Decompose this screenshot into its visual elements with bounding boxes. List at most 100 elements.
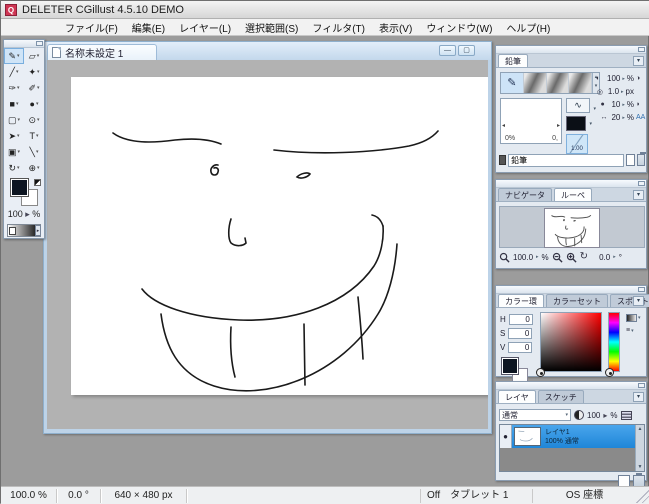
palette-menu-button[interactable]: ▾ [633, 296, 644, 306]
brush-preset[interactable] [547, 73, 570, 93]
layer-row[interactable]: ● レイヤ1 100% 通常 [500, 425, 637, 448]
foreground-color-swatch[interactable] [502, 358, 518, 374]
layer-scrollbar[interactable]: ▲ ▼ [635, 425, 644, 471]
left-arrow-icon[interactable]: ◂ [502, 122, 505, 129]
menu-window[interactable]: ウィンドウ(W) [420, 19, 498, 36]
doc-maximize-button[interactable]: ▢ [458, 45, 475, 56]
right-arrow-icon[interactable]: ▸ [557, 122, 560, 129]
chevron-down-icon[interactable]: ▾ [17, 165, 20, 171]
menu-layer[interactable]: レイヤー(L) [173, 19, 237, 36]
tool-magnifier[interactable]: ⊙▾ [24, 112, 44, 128]
status-coordinate-mode[interactable]: OS 座標 [532, 489, 636, 503]
hue-marker[interactable] [605, 368, 614, 377]
document-titlebar[interactable]: 名称未設定 1 — ▢ [44, 42, 491, 60]
tone-gradient-slider[interactable]: ▸ [7, 224, 41, 237]
mode-icon[interactable]: ◑ [636, 75, 646, 82]
chevron-down-icon[interactable]: ▾ [17, 53, 20, 59]
zoom-icon[interactable] [499, 252, 510, 263]
chevron-down-icon[interactable]: ▾ [18, 149, 21, 155]
tab-sketch[interactable]: スケッチ [538, 390, 584, 403]
blend-mode-select[interactable]: 通常 ▾ [499, 409, 571, 421]
list-mode-button[interactable]: ≡▾ [626, 327, 646, 334]
chevron-down-icon[interactable]: ▾ [37, 165, 40, 171]
chevron-down-icon[interactable]: ▾ [18, 117, 21, 123]
menu-select[interactable]: 選択範囲(S) [239, 19, 304, 36]
hue-slider[interactable] [608, 312, 620, 372]
zoom-in-icon[interactable] [566, 252, 577, 263]
trash-icon[interactable] [637, 154, 645, 166]
spinner-icon[interactable]: ▸ [25, 209, 30, 219]
status-angle[interactable]: 0.0 ° [57, 489, 101, 503]
brush-palette-header[interactable] [496, 46, 646, 54]
brush-name-input[interactable] [508, 154, 624, 167]
stroke-curve-button[interactable]: ∿▾ [566, 98, 590, 113]
spinner-icon[interactable]: ▸ [603, 411, 607, 420]
tab-pencil[interactable]: 鉛筆 [498, 54, 528, 67]
tool-text[interactable]: T▾ [24, 128, 44, 144]
document-tab[interactable]: 名称未設定 1 [47, 44, 157, 60]
layers-palette-header[interactable] [496, 382, 646, 390]
menu-filter[interactable]: フィルタ(T) [306, 19, 371, 36]
tool-ink-brush[interactable]: ✑▾ [4, 80, 24, 96]
value[interactable]: 10 [611, 100, 620, 109]
nav-zoom-value[interactable]: 100.0 [513, 253, 533, 262]
reset-colors-icon[interactable] [34, 179, 41, 186]
brush-preset[interactable] [524, 73, 547, 93]
lock-icon[interactable] [621, 411, 632, 420]
window-titlebar[interactable]: Q DELETER CGillust 4.5.10 DEMO [1, 1, 649, 19]
brush-density-row[interactable]: ● 10 ▸ % ◗ [596, 98, 646, 111]
resize-grip[interactable] [636, 489, 649, 503]
tab-color-wheel[interactable]: カラー環 [498, 294, 544, 307]
tab-color-set[interactable]: カラーセット [546, 294, 608, 307]
tool-eraser[interactable]: ▱▾ [24, 48, 44, 64]
rotate-view-icon[interactable]: ↻ [580, 252, 588, 262]
tool-pen[interactable]: ╱▾ [4, 64, 24, 80]
tool-rotate[interactable]: ↻▾ [4, 160, 24, 176]
brush-preset-pencil[interactable]: ✎ [501, 73, 524, 93]
navigator-palette-header[interactable] [496, 180, 646, 188]
scroll-down-icon[interactable]: ▼ [636, 464, 644, 470]
spinner-icon[interactable]: ▸ [621, 89, 624, 95]
chevron-down-icon[interactable]: ▾ [37, 53, 40, 59]
collapse-button[interactable] [36, 41, 43, 46]
collapse-button[interactable] [638, 383, 645, 388]
spinner-icon[interactable]: ▸ [613, 254, 616, 260]
navigator-view[interactable] [499, 206, 645, 248]
nav-rotation-value[interactable]: 0.0 [599, 253, 610, 262]
saturation-value-picker[interactable] [540, 312, 602, 372]
menu-edit[interactable]: 編集(E) [126, 19, 171, 36]
gradient-mode-button[interactable]: ▾ [626, 314, 646, 322]
value[interactable]: 100 [607, 74, 620, 83]
spinner-icon[interactable]: ▸ [622, 76, 625, 82]
new-brush-icon[interactable] [626, 154, 634, 166]
chevron-down-icon[interactable]: ▾ [16, 69, 19, 75]
tool-pencil[interactable]: ✎▾ [4, 48, 24, 64]
collapse-button[interactable] [638, 47, 645, 52]
brush-spacing-row[interactable]: ↔ 20 ▸ % AA [596, 111, 646, 124]
tool-select-rect[interactable]: ▢▾ [4, 112, 24, 128]
preview-left-value[interactable]: 0% [505, 135, 515, 142]
menu-view[interactable]: 表示(V) [373, 19, 418, 36]
chevron-down-icon[interactable]: ▾ [37, 69, 40, 75]
chevron-down-icon[interactable]: ▾ [16, 101, 19, 107]
edge-icon[interactable]: ◗ [636, 101, 646, 108]
color-palette-header[interactable] [496, 286, 646, 294]
doc-minimize-button[interactable]: — [439, 45, 456, 56]
scroll-up-icon[interactable]: ▲ [636, 426, 644, 432]
tool-shape[interactable]: ●▾ [24, 96, 44, 112]
brush-tip-button[interactable]: ▾ [566, 116, 586, 131]
brush-preset[interactable] [569, 73, 592, 93]
spinner-icon[interactable]: ▸ [622, 102, 625, 108]
tool-crop[interactable]: ▣▾ [4, 144, 24, 160]
foreground-color-swatch[interactable] [11, 179, 28, 196]
brush-opacity-row[interactable]: ◐ 100 ▸ % ◑ [596, 72, 646, 85]
palette-menu-button[interactable]: ▾ [633, 190, 644, 200]
palette-menu-button[interactable]: ▾ [633, 56, 644, 66]
value[interactable]: 20 [611, 113, 620, 122]
eye-icon[interactable]: ● [500, 425, 512, 448]
collapse-button[interactable] [638, 287, 645, 292]
gradient-handle[interactable]: ▸ [35, 225, 41, 236]
tool-fill[interactable]: ■▾ [4, 96, 24, 112]
status-tablet[interactable]: Off タブレット 1 [420, 489, 532, 503]
status-zoom[interactable]: 100.0 % [1, 489, 57, 503]
